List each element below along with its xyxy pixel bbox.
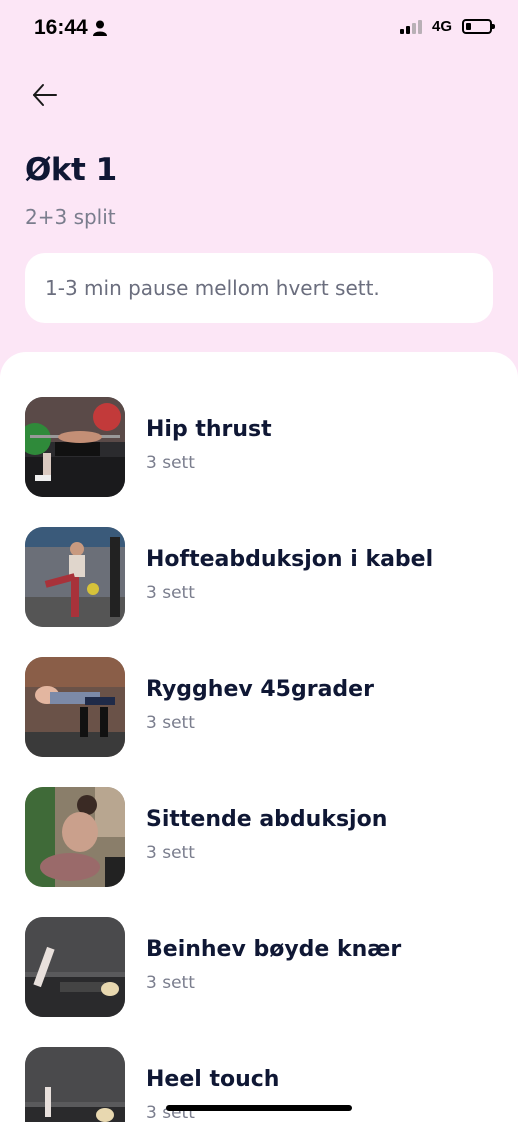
exercise-name: Hofteabduksjon i kabel (146, 547, 434, 572)
exercise-item[interactable]: Sittende abduksjon 3 sett (25, 787, 495, 887)
arrow-left-icon (33, 84, 57, 106)
exercise-item[interactable]: Rygghev 45grader 3 sett (25, 657, 495, 757)
exercise-thumbnail (25, 787, 125, 887)
exercise-thumbnail (25, 657, 125, 757)
exercise-name: Beinhev bøyde knær (146, 937, 402, 962)
exercise-thumbnail (25, 917, 125, 1017)
exercise-sets: 3 sett (146, 583, 195, 603)
exercise-item[interactable]: Hofteabduksjon i kabel 3 sett (25, 527, 495, 627)
exercise-sets: 3 sett (146, 713, 195, 733)
exercise-name: Sittende abduksjon (146, 807, 388, 832)
exercise-sets: 3 sett (146, 453, 195, 473)
exercise-thumbnail (25, 1047, 125, 1122)
status-indicators: 4G (399, 18, 495, 35)
battery-icon (462, 19, 495, 34)
page-title: Økt 1 (25, 152, 117, 188)
exercise-item[interactable]: Beinhev bøyde knær 3 sett (25, 917, 495, 1017)
exercise-thumbnail (25, 527, 125, 627)
exercise-sets: 3 sett (146, 843, 195, 863)
status-time: 16:44 (34, 16, 88, 39)
exercise-thumbnail (25, 397, 125, 497)
exercise-name: Heel touch (146, 1067, 280, 1092)
home-indicator (166, 1105, 352, 1111)
exercise-name: Rygghev 45grader (146, 677, 374, 702)
person-icon (93, 20, 107, 40)
info-box: 1-3 min pause mellom hvert sett. (25, 253, 493, 323)
status-bar: 16:44 4G (0, 0, 518, 58)
signal-icon (399, 19, 422, 34)
exercise-name: Hip thrust (146, 417, 272, 442)
exercise-sets: 3 sett (146, 973, 195, 993)
info-text: 1-3 min pause mellom hvert sett. (45, 276, 380, 300)
back-button[interactable] (28, 80, 62, 110)
network-label: 4G (431, 18, 452, 35)
page-subtitle: 2+3 split (25, 205, 116, 229)
exercise-item[interactable]: Hip thrust 3 sett (25, 397, 495, 497)
